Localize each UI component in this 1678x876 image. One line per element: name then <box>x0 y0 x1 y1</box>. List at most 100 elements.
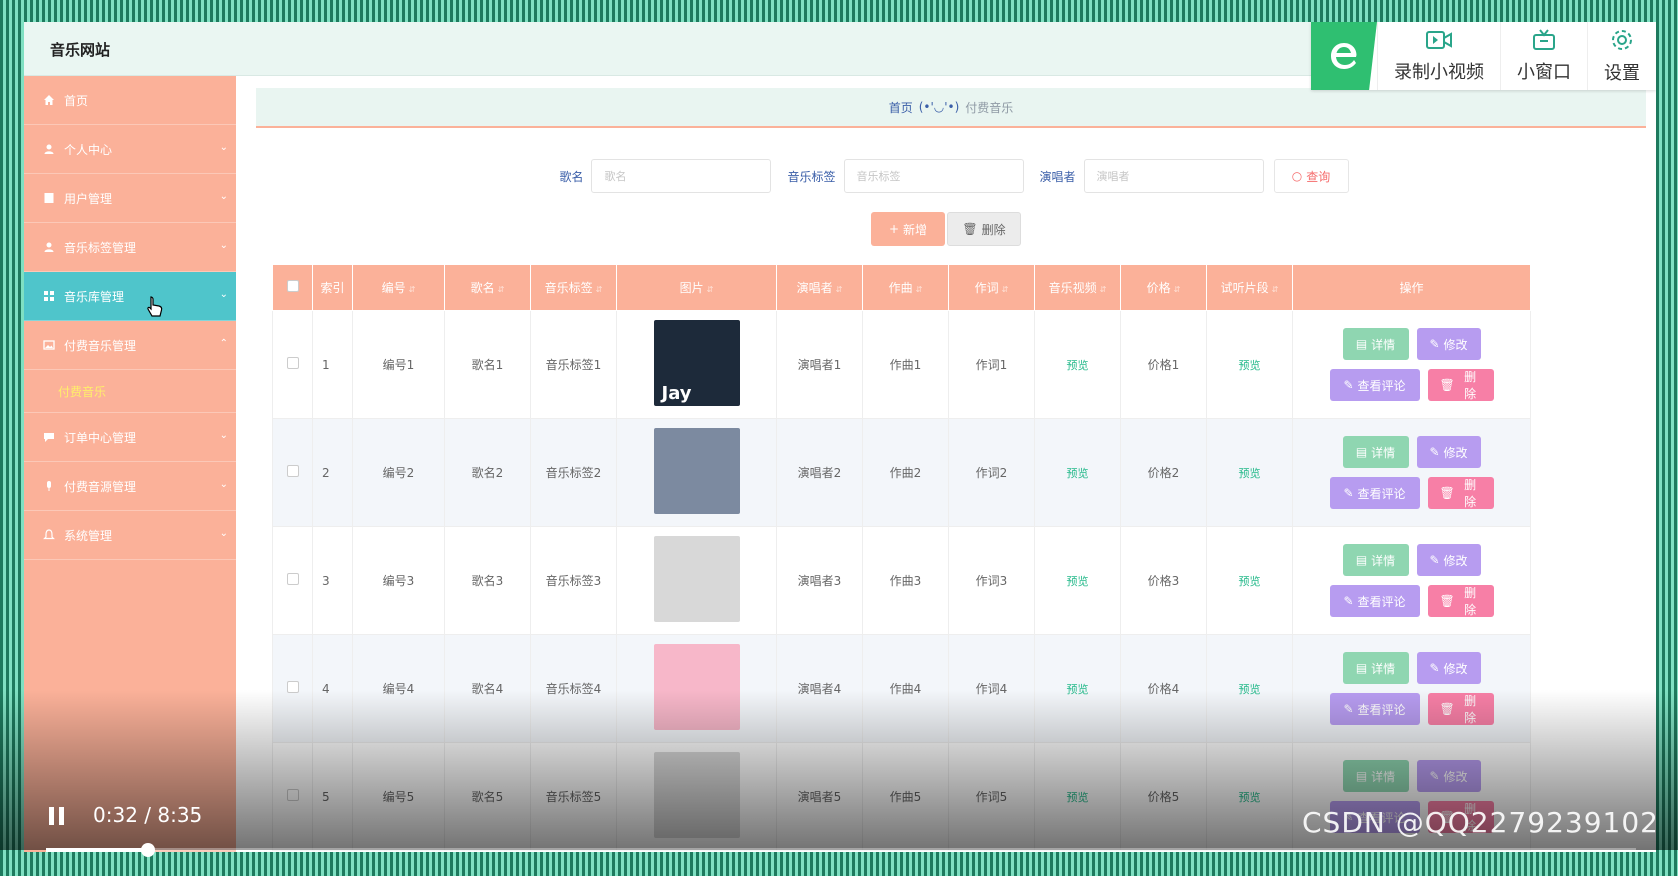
col-ops: 操作 <box>1292 264 1531 311</box>
edit-button[interactable]: ✎修改 <box>1416 328 1481 360</box>
chevron-down-icon: ⌄ <box>219 142 228 153</box>
cell-singer: 演唱者1 <box>776 310 863 419</box>
sidebar-item-label: 订单中心管理 <box>64 430 137 445</box>
detail-button[interactable]: ▤详情 <box>1342 652 1409 684</box>
clip-preview-link[interactable]: 预览 <box>1239 467 1261 480</box>
tag-input[interactable]: 音乐标签 <box>843 159 1024 193</box>
delete-row-button[interactable]: 🗑删除 <box>1427 585 1494 617</box>
col-price[interactable]: 价格 ⇵ <box>1120 264 1207 311</box>
sidebar-subitem-paid-music[interactable]: 付费音乐 <box>24 370 236 413</box>
progress-bar[interactable] <box>46 843 1636 857</box>
sort-icon[interactable]: ⇵ <box>498 285 505 294</box>
trash-icon: 🗑 <box>1439 594 1455 608</box>
col-image[interactable]: 图片 ⇵ <box>616 264 777 311</box>
sort-icon[interactable]: ⇵ <box>916 285 923 294</box>
sidebar-item-system[interactable]: 系统管理 ⌄ <box>24 511 236 560</box>
clip-preview-link[interactable]: 预览 <box>1239 359 1261 372</box>
cell-ops: ▤详情✎修改 ✎查看评论🗑删除 <box>1292 526 1531 635</box>
select-all-checkbox[interactable] <box>286 280 299 292</box>
col-song[interactable]: 歌名 ⇵ <box>444 264 531 311</box>
watermark: CSDN @QQ2279239102 <box>1302 806 1659 839</box>
album-cover-image[interactable] <box>653 428 740 514</box>
view-comments-button[interactable]: ✎查看评论 <box>1329 369 1420 401</box>
sidebar-item-orders[interactable]: 订单中心管理 ⌄ <box>24 413 236 462</box>
cell-lyricist: 作词2 <box>948 418 1035 527</box>
cell-tag: 音乐标签1 <box>530 310 617 419</box>
sort-icon[interactable]: ⇵ <box>596 285 603 294</box>
row-checkbox[interactable] <box>286 465 299 477</box>
edit-button[interactable]: ✎修改 <box>1416 652 1481 684</box>
view-comments-button[interactable]: ✎查看评论 <box>1329 477 1420 509</box>
sort-icon[interactable]: ⇵ <box>1174 285 1181 294</box>
sidebar-item-label: 音乐标签管理 <box>64 240 137 255</box>
col-clip[interactable]: 试听片段 ⇵ <box>1206 264 1293 311</box>
record-video-button[interactable]: 录制小视频 <box>1377 22 1500 90</box>
delete-row-button[interactable]: 🗑删除 <box>1427 477 1494 509</box>
select-all-cell[interactable] <box>272 264 313 311</box>
sort-icon[interactable]: ⇵ <box>1100 285 1107 294</box>
sidebar-item-users[interactable]: 用户管理 ⌄ <box>24 174 236 223</box>
sort-icon[interactable]: ⇵ <box>1002 285 1009 294</box>
view-comments-button[interactable]: ✎查看评论 <box>1329 585 1420 617</box>
sidebar-item-paid-music[interactable]: 付费音乐管理 ⌃ <box>24 321 236 370</box>
sidebar-item-home[interactable]: 首页 <box>24 76 236 125</box>
pause-icon[interactable] <box>46 806 68 826</box>
search-bar: 歌名 歌名 音乐标签 音乐标签 演唱者 演唱者 ○ 查询 <box>236 159 1656 193</box>
sidebar-item-library[interactable]: 音乐库管理 ⌄ <box>24 272 236 321</box>
singer-input[interactable]: 演唱者 <box>1083 159 1264 193</box>
video-preview-link[interactable]: 预览 <box>1067 575 1089 588</box>
col-tag[interactable]: 音乐标签 ⇵ <box>530 264 617 311</box>
sidebar-item-tags[interactable]: 音乐标签管理 ⌄ <box>24 223 236 272</box>
cell-composer: 作曲3 <box>862 526 949 635</box>
settings-button[interactable]: 设置 <box>1587 22 1656 90</box>
sort-icon[interactable]: ⇵ <box>409 285 416 294</box>
album-cover-image[interactable]: Jay <box>653 320 740 406</box>
row-select-cell[interactable] <box>272 418 313 527</box>
video-preview-link[interactable]: 预览 <box>1067 467 1089 480</box>
song-input[interactable]: 歌名 <box>591 159 772 193</box>
col-lyricist[interactable]: 作词 ⇵ <box>948 264 1035 311</box>
col-composer[interactable]: 作曲 ⇵ <box>862 264 949 311</box>
delete-row-button[interactable]: 🗑删除 <box>1427 369 1494 401</box>
col-video[interactable]: 音乐视频 ⇵ <box>1034 264 1121 311</box>
col-code[interactable]: 编号 ⇵ <box>352 264 445 311</box>
table-row: 1 编号1 歌名1 音乐标签1 Jay 演唱者1 作曲1 作词1 预览 价格1 预览 ▤ 详情 ✎ 修改 ✎ 查… <box>272 310 1531 419</box>
detail-button[interactable]: ▤详情 <box>1342 544 1409 576</box>
sort-icon[interactable]: ⇵ <box>1272 285 1279 294</box>
sidebar-item-label: 系统管理 <box>64 528 113 543</box>
batch-delete-button[interactable]: 🗑 删除 <box>947 212 1021 246</box>
detail-button[interactable]: ▤详情 <box>1342 436 1409 468</box>
clip-preview-link[interactable]: 预览 <box>1239 575 1261 588</box>
doc-icon: ▤ <box>1355 445 1368 459</box>
add-button[interactable]: + 新增 <box>871 212 945 246</box>
sidebar-item-profile[interactable]: 个人中心 ⌄ <box>24 125 236 174</box>
cell-code: 编号3 <box>352 526 445 635</box>
album-cover-image[interactable] <box>653 536 740 622</box>
row-select-cell[interactable] <box>272 310 313 419</box>
cell-clip: 预览 <box>1206 526 1293 635</box>
pencil-icon: ✎ <box>1429 337 1440 351</box>
query-button[interactable]: ○ 查询 <box>1273 159 1349 193</box>
pencil-icon: ✎ <box>1429 661 1440 675</box>
edit-button[interactable]: ✎修改 <box>1416 544 1481 576</box>
progress-knob[interactable] <box>140 843 155 857</box>
recorder-toolbar: 录制小视频 小窗口 设置 <box>1311 22 1656 90</box>
singer-label: 演唱者 <box>1039 169 1076 184</box>
sort-icon[interactable]: ⇵ <box>836 285 843 294</box>
cell-clip: 预览 <box>1206 310 1293 419</box>
sidebar-item-sources[interactable]: 付费音源管理 ⌄ <box>24 462 236 511</box>
row-select-cell[interactable] <box>272 526 313 635</box>
sort-icon[interactable]: ⇵ <box>707 285 714 294</box>
image-icon <box>42 338 56 352</box>
song-label: 歌名 <box>559 169 584 184</box>
video-preview-link[interactable]: 预览 <box>1067 359 1089 372</box>
col-singer[interactable]: 演唱者 ⇵ <box>776 264 863 311</box>
detail-button[interactable]: ▤详情 <box>1342 328 1409 360</box>
row-checkbox[interactable] <box>286 357 299 369</box>
pencil-icon: ✎ <box>1343 378 1354 392</box>
mini-window-button[interactable]: 小窗口 <box>1500 22 1587 90</box>
breadcrumb-home[interactable]: 首页 <box>889 99 913 116</box>
row-checkbox[interactable] <box>286 573 299 585</box>
chevron-down-icon: ⌄ <box>219 191 228 202</box>
edit-button[interactable]: ✎修改 <box>1416 436 1481 468</box>
